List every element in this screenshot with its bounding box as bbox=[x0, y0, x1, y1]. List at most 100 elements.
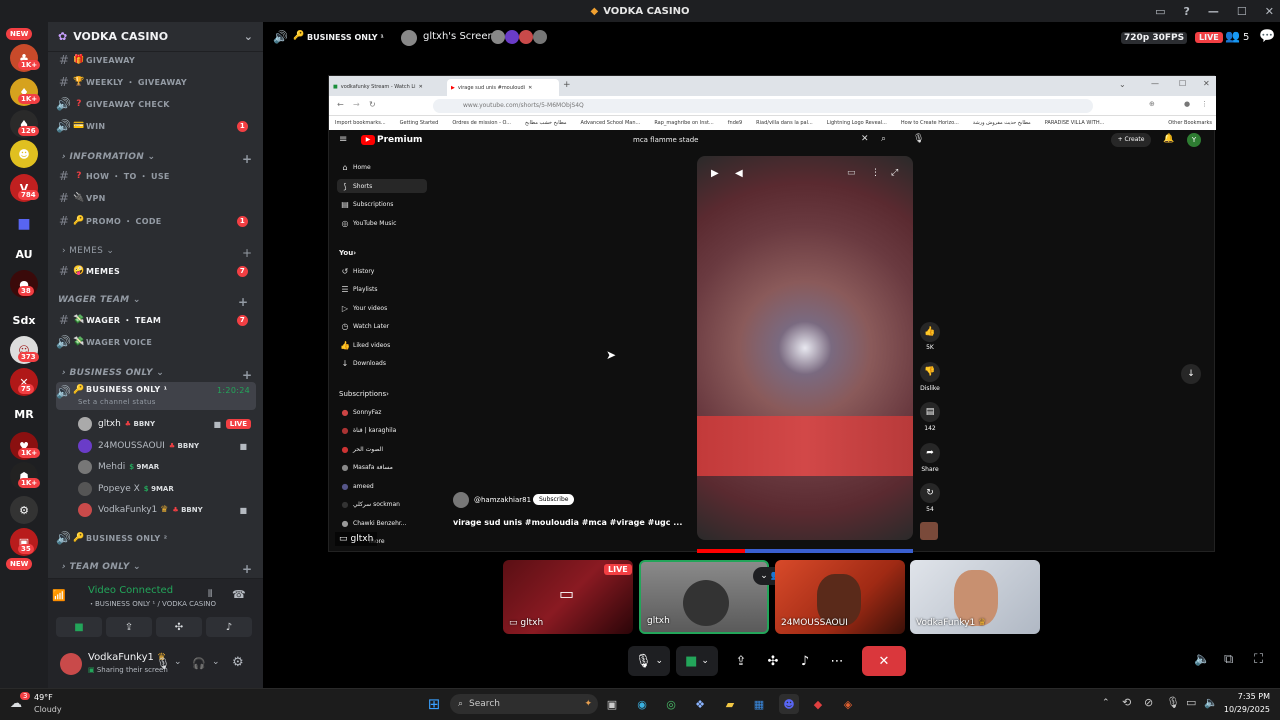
youtube-logo-text[interactable]: Premium bbox=[377, 135, 422, 145]
add-channel-icon[interactable]: + bbox=[238, 295, 248, 309]
shorts-video[interactable]: ▶ ◀ ▭ ⋮ ⤢ bbox=[697, 156, 913, 540]
yt-nav-watch-later[interactable]: ◷ Watch Later bbox=[337, 319, 427, 333]
add-channel-icon[interactable]: + bbox=[242, 368, 252, 382]
yt-sub-item[interactable]: ● SonnyFaz bbox=[337, 405, 427, 419]
weather-desc[interactable]: Cloudy bbox=[34, 705, 62, 714]
bookmark[interactable]: How to Create Horizo... bbox=[901, 120, 959, 126]
bookmark[interactable]: Advanced School Man... bbox=[581, 120, 641, 126]
yt-nav-shorts[interactable]: ⟆ Shorts bbox=[337, 179, 427, 193]
folder-icon[interactable]: ■ bbox=[10, 210, 38, 238]
channel-status[interactable]: Set a channel status bbox=[78, 398, 156, 406]
yt-nav-downloads[interactable]: ↓ Downloads bbox=[337, 356, 427, 370]
browser-tab[interactable]: ■ vodkafunky Stream - Watch Li ✕ bbox=[333, 79, 445, 95]
bookmark[interactable]: Riad/villa dans la pal... bbox=[756, 120, 813, 126]
camera-toggle-button[interactable]: ■ ⌄ bbox=[676, 646, 718, 676]
category-memes[interactable]: › MEMES ⌄ + bbox=[62, 246, 252, 260]
new-tab-icon[interactable]: + bbox=[563, 80, 571, 90]
remix-button[interactable]: ↻ bbox=[920, 483, 940, 503]
yt-nav-history[interactable]: ↺ History bbox=[337, 264, 427, 278]
yt-nav-liked[interactable]: 👍 Liked videos bbox=[337, 338, 427, 352]
channel-wager-voice[interactable]: 🔊 💸 WAGER VOICE bbox=[56, 332, 256, 352]
yt-sub-item[interactable]: ● سركلي sockman bbox=[337, 497, 427, 511]
server-icon[interactable]: MR bbox=[10, 400, 38, 428]
play-icon[interactable]: ▶ bbox=[711, 168, 719, 179]
participants-icon[interactable]: 👥 bbox=[1225, 29, 1240, 43]
more-button[interactable]: ⋯ bbox=[825, 646, 849, 676]
youtube-search-input[interactable]: mca flamme stade bbox=[625, 132, 875, 148]
bookmark[interactable]: Other Bookmarks bbox=[1168, 120, 1212, 126]
bookmark[interactable]: PARADISE VILLA WITH... bbox=[1045, 120, 1105, 126]
tray-icon[interactable]: ⟲ bbox=[1122, 696, 1131, 709]
share-button[interactable]: ➦ bbox=[920, 443, 940, 463]
voice-search-icon[interactable]: 🎙 bbox=[913, 134, 924, 144]
server-icon[interactable]: AU bbox=[10, 240, 38, 268]
add-channel-icon[interactable]: + bbox=[242, 152, 252, 166]
yt-sub-item[interactable]: ● Masafa مسافة bbox=[337, 460, 427, 474]
yt-sub-item[interactable]: ● قناة | karaghila bbox=[337, 423, 427, 437]
yt-you-header[interactable]: You › bbox=[337, 246, 427, 260]
yt-nav-playlists[interactable]: ☰ Playlists bbox=[337, 282, 427, 296]
yt-nav-home[interactable]: ⌂ Home bbox=[337, 160, 427, 174]
voice-user[interactable]: Popeye X $ 9MAR bbox=[78, 479, 253, 499]
yt-nav-subscriptions[interactable]: ▤ Subscriptions bbox=[337, 197, 427, 211]
channel-business-only-voice[interactable]: 🔊 🔑 BUSINESS ONLY ¹ 1:20:24 Set a channel … bbox=[56, 382, 256, 410]
bookmark[interactable]: مطابخ حديث مفروش ورشة bbox=[973, 120, 1031, 126]
server-icon[interactable]: Sdx bbox=[10, 306, 38, 334]
speaker-icon[interactable]: 🔈 bbox=[1204, 696, 1218, 709]
settings-gear-icon[interactable]: ⚙ bbox=[232, 655, 244, 670]
category-wager-team[interactable]: WAGER TEAM ⌄ + bbox=[58, 295, 248, 309]
participant-tile[interactable]: LIVE ▭ ▭ gltxh bbox=[503, 560, 633, 634]
sound-thumbnail[interactable] bbox=[920, 522, 938, 540]
bookmark[interactable]: Lightning Logo Reveal... bbox=[827, 120, 887, 126]
category-business-only[interactable]: › BUSINESS ONLY ⌄ + bbox=[62, 368, 252, 382]
url-field[interactable]: www.youtube.com/shorts/5-M6MObjS4Q bbox=[433, 99, 1093, 113]
participant-tile[interactable]: 24MOUSSAOUI bbox=[775, 560, 905, 634]
add-channel-icon[interactable]: + bbox=[242, 246, 252, 260]
chrome-icon[interactable]: ◎ bbox=[661, 694, 681, 714]
yt-nav-music[interactable]: ◎ YouTube Music bbox=[337, 216, 427, 230]
voice-user[interactable]: VodkaFunky1 ♛ ♣ BBNY ■ bbox=[78, 500, 253, 520]
soundboard-button[interactable]: ♪ bbox=[206, 617, 252, 637]
mic-icon[interactable]: 🎙 bbox=[156, 657, 170, 670]
yt-subscriptions-header[interactable]: Subscriptions › bbox=[337, 387, 427, 401]
account-avatar[interactable]: Y bbox=[1187, 133, 1201, 147]
chevron-down-icon[interactable]: ⌄ bbox=[212, 657, 220, 667]
clear-search-icon[interactable]: ✕ bbox=[861, 134, 869, 144]
search-icon[interactable]: ⌕ bbox=[881, 134, 886, 144]
screen-share-button[interactable]: ⇪ bbox=[106, 617, 152, 637]
clock-date[interactable]: 10/29/2025 bbox=[1218, 705, 1270, 714]
add-channel-icon[interactable]: + bbox=[242, 562, 252, 576]
app-icon[interactable]: ◈ bbox=[838, 694, 858, 714]
voice-user[interactable]: Mehdi $ 9MAR bbox=[78, 457, 253, 477]
windows-start-icon[interactable]: ⊞ bbox=[424, 694, 444, 714]
bookmark[interactable]: مطابخ خشب مطابخ bbox=[525, 120, 566, 126]
next-video-button[interactable]: ↓ bbox=[1181, 364, 1201, 384]
back-icon[interactable]: ← bbox=[337, 100, 344, 109]
disconnect-icon[interactable]: ☎ bbox=[232, 588, 246, 601]
edge-icon[interactable]: ◉ bbox=[632, 694, 652, 714]
captions-icon[interactable]: ▭ bbox=[847, 168, 856, 178]
server-icon[interactable]: ⚙ bbox=[10, 496, 38, 524]
youtube-logo-icon[interactable]: ▶ bbox=[361, 135, 375, 145]
dislike-button[interactable]: 👎 bbox=[920, 362, 940, 382]
mic-toggle-button[interactable]: 🎙 ⌄ bbox=[628, 646, 670, 676]
voice-user[interactable]: 24MOUSSAOUI ♣ BBNY ■ bbox=[78, 436, 253, 456]
bookmark[interactable]: Rap_maghribe on Inst... bbox=[654, 120, 713, 126]
maximize-icon[interactable]: ☐ bbox=[1179, 79, 1186, 88]
channel-business-only-2[interactable]: 🔊 🔑 BUSINESS ONLY ² bbox=[56, 528, 256, 548]
discord-icon[interactable]: ☻ bbox=[779, 694, 799, 714]
bookmark[interactable]: Getting Started bbox=[400, 120, 439, 126]
yt-sub-item[interactable]: ● الصوت الحر bbox=[337, 442, 427, 456]
clock-time[interactable]: 7:35 PM bbox=[1226, 692, 1270, 701]
notifications-bell-icon[interactable]: 🔔 bbox=[1163, 134, 1174, 144]
voice-user[interactable]: gltxh ♣ BBNY ■ LIVE bbox=[78, 414, 253, 434]
channel-win[interactable]: 🔊 💳 WIN 1 bbox=[56, 116, 256, 136]
participant-tile[interactable]: gltxh bbox=[639, 560, 769, 634]
close-button[interactable]: ✕ bbox=[1265, 5, 1274, 18]
leave-call-button[interactable]: ✕ bbox=[862, 646, 906, 676]
channel-vpn[interactable]: # 🔌 VPN bbox=[56, 188, 256, 208]
minimize-button[interactable]: — bbox=[1208, 5, 1219, 18]
forward-icon[interactable]: → bbox=[353, 100, 360, 109]
profile-icon[interactable]: ● bbox=[1184, 100, 1190, 108]
fullscreen-icon[interactable]: ⛶ bbox=[1254, 652, 1263, 667]
